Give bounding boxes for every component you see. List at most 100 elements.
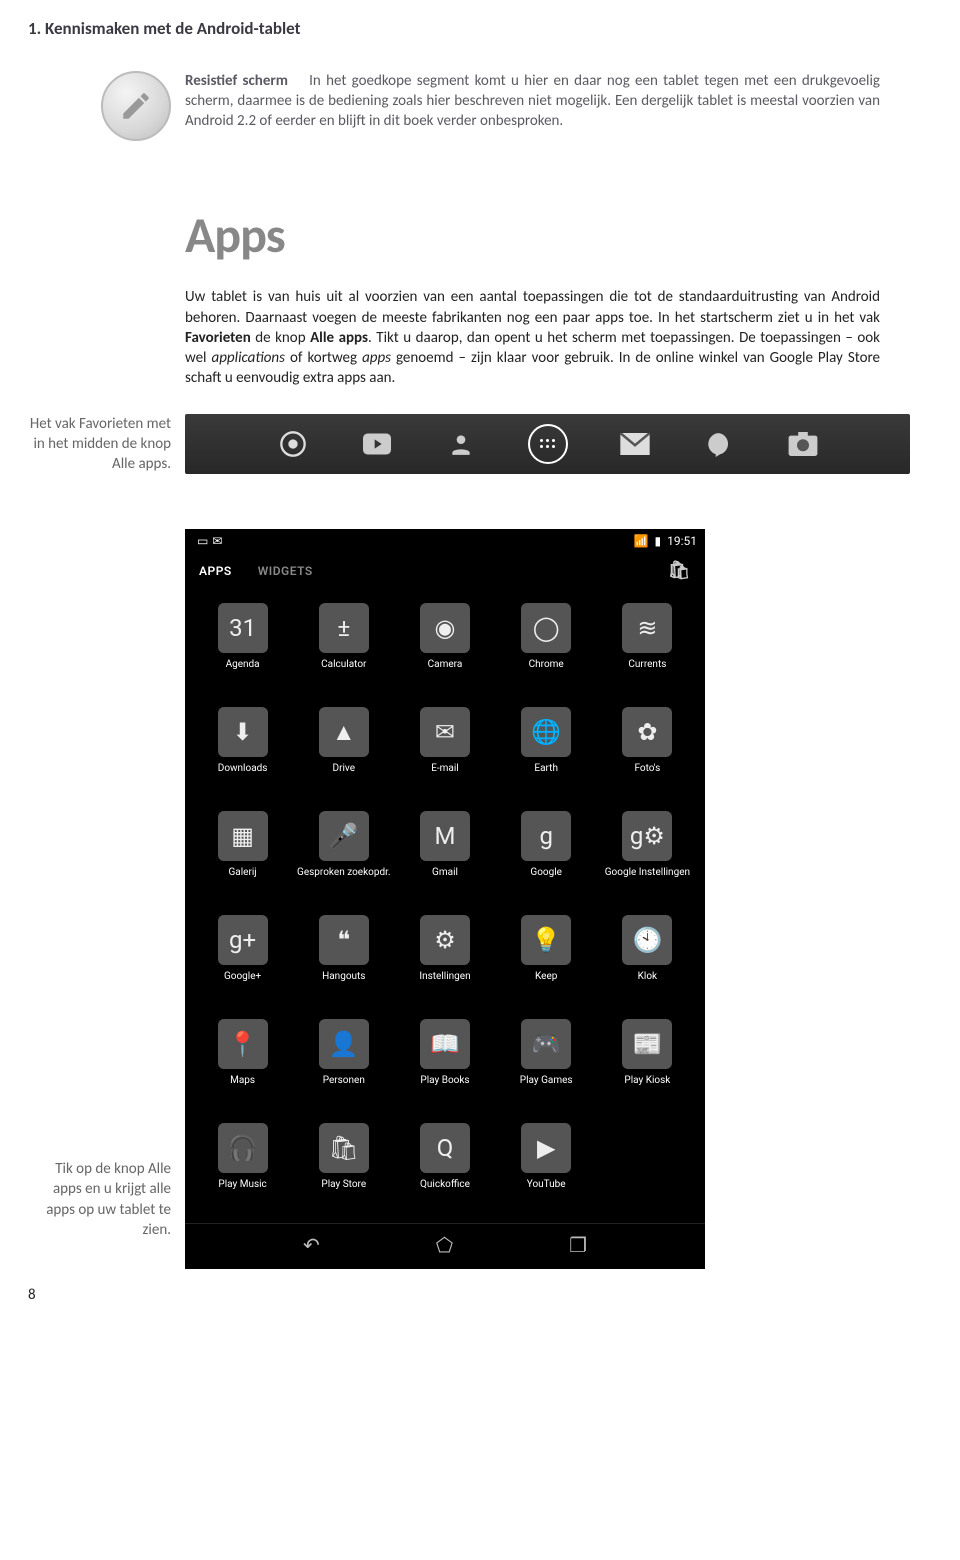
app-youtube-icon[interactable]: ▶YouTube [499, 1123, 594, 1201]
app-label: Play Music [218, 1179, 266, 1201]
app-calendar-icon[interactable]: 31Agenda [195, 603, 290, 681]
gplus-icon: g+ [218, 915, 268, 965]
home-icon[interactable]: ⬠ [436, 1232, 453, 1259]
app-photos-icon[interactable]: ✿ Foto's [600, 707, 695, 785]
page-number: 8 [0, 1265, 960, 1305]
calculator-icon: ± [319, 603, 369, 653]
shop-icon[interactable]: 🛍 [668, 559, 691, 583]
app-maps-icon[interactable]: 📍 Maps [195, 1019, 290, 1097]
app-label: Klok [638, 971, 657, 993]
app-clock-icon[interactable]: 🕙 Klok [600, 915, 695, 993]
app-label: Personen [323, 1075, 365, 1097]
earth-icon: 🌐 [521, 707, 571, 757]
app-label: Google [530, 867, 562, 889]
status-bar: ▭ ✉ 📶 ▮ 19:51 [185, 529, 705, 553]
people-icon: 👤 [319, 1019, 369, 1069]
camera-icon[interactable] [786, 427, 820, 461]
app-label: Play Games [520, 1075, 573, 1097]
gallery-icon: ▦ [218, 811, 268, 861]
note-pencil-icon [101, 71, 171, 141]
voice-icon: 🎤 [319, 811, 369, 861]
wifi-icon: 📶 [634, 533, 649, 549]
recent-icon[interactable]: ❐ [569, 1232, 587, 1259]
app-keep-icon[interactable]: 💡 Keep [499, 915, 594, 993]
intro-text: In het goedkope segment komt u hier en d… [185, 72, 880, 131]
app-drive-icon[interactable]: ▲Drive [296, 707, 391, 785]
app-label: E-mail [431, 763, 459, 785]
app-voice-icon[interactable]: 🎤 Gesproken zoekopdr. [296, 811, 391, 889]
app-hangouts-icon[interactable]: ❝Hangouts [296, 915, 391, 993]
playbooks-icon: 📖 [420, 1019, 470, 1069]
app-chrome-icon[interactable]: ◯ Chrome [499, 603, 594, 681]
tab-apps[interactable]: APPS [199, 563, 232, 579]
drawer-tabs: APPS WIDGETS 🛍 [185, 553, 705, 595]
app-earth-icon[interactable]: 🌐 Earth [499, 707, 594, 785]
app-label: Play Books [420, 1075, 469, 1097]
app-label: Quickoffice [420, 1179, 470, 1201]
youtube-icon: ▶ [521, 1123, 571, 1173]
app-label: Gmail [432, 867, 458, 889]
caption-favorites: Het vak Favorieten met in het midden de … [0, 414, 185, 475]
app-label: Earth [534, 763, 558, 785]
back-icon[interactable]: ↶ [303, 1232, 320, 1259]
calendar-icon: 31 [218, 603, 268, 653]
tab-widgets[interactable]: WIDGETS [258, 563, 313, 579]
gmail-icon: M [420, 811, 470, 861]
app-playgames-icon[interactable]: 🎮 Play Games [499, 1019, 594, 1097]
playgames-icon: 🎮 [521, 1019, 571, 1069]
app-label: Drive [333, 763, 355, 785]
settings-icon: ⚙ [420, 915, 470, 965]
app-gallery-icon[interactable]: ▦Galerij [195, 811, 290, 889]
favorites-bar [185, 414, 910, 474]
email-icon: ✉ [420, 707, 470, 757]
app-label: Play Store [321, 1179, 366, 1201]
app-quickoffice-icon[interactable]: QQuickoffice [397, 1123, 492, 1201]
app-playkiosk-icon[interactable]: 📰 Play Kiosk [600, 1019, 695, 1097]
people-icon[interactable] [444, 427, 478, 461]
youtube-icon[interactable] [360, 427, 394, 461]
hangouts-icon[interactable] [702, 427, 736, 461]
currents-icon: ≋ [622, 603, 672, 653]
app-people-icon[interactable]: 👤 Personen [296, 1019, 391, 1097]
intro-paragraph: Resistief scherm In het goedkope segment… [185, 71, 960, 132]
keep-icon: 💡 [521, 915, 571, 965]
gmail-icon[interactable] [618, 427, 652, 461]
app-google-icon[interactable]: g Google [499, 811, 594, 889]
playkiosk-icon: 📰 [622, 1019, 672, 1069]
app-label: Calculator [321, 659, 366, 681]
playstore-icon: 🛍 [319, 1123, 369, 1173]
app-playbooks-icon[interactable]: 📖 Play Books [397, 1019, 492, 1097]
app-settings-icon[interactable]: ⚙Instellingen [397, 915, 492, 993]
app-label: Gesproken zoekopdr. [297, 867, 391, 889]
app-label: Foto's [634, 763, 660, 785]
app-label: Keep [535, 971, 557, 993]
app-label: Google+ [224, 971, 261, 993]
caption-allapps: Tik op de knop Alle apps en u krijgt all… [0, 1159, 185, 1240]
app-gsettings-icon[interactable]: g⚙Google Instellingen [600, 811, 695, 889]
app-downloads-icon[interactable]: ⬇Downloads [195, 707, 290, 785]
maps-icon: 📍 [218, 1019, 268, 1069]
app-label: Maps [230, 1075, 255, 1097]
chrome-icon: ◯ [521, 603, 571, 653]
battery-icon: ▮ [655, 533, 662, 549]
allapps-button[interactable] [528, 424, 568, 464]
app-label: Currents [628, 659, 666, 681]
hangouts-icon: ❝ [319, 915, 369, 965]
downloads-icon: ⬇ [218, 707, 268, 757]
app-email-icon[interactable]: ✉ E-mail [397, 707, 492, 785]
app-gplus-icon[interactable]: g+ Google+ [195, 915, 290, 993]
app-label: Camera [428, 659, 463, 681]
chrome-icon[interactable] [276, 427, 310, 461]
photos-icon: ✿ [622, 707, 672, 757]
app-label: Chrome [529, 659, 564, 681]
app-label: Play Kiosk [624, 1075, 670, 1097]
apps-body: Uw tablet is van huis uit al voorzien va… [185, 287, 880, 388]
app-calculator-icon[interactable]: ± Calculator [296, 603, 391, 681]
clock-icon: 🕙 [622, 915, 672, 965]
app-playstore-icon[interactable]: 🛍 Play Store [296, 1123, 391, 1201]
app-gmail-icon[interactable]: M Gmail [397, 811, 492, 889]
app-currents-icon[interactable]: ≋ Currents [600, 603, 695, 681]
app-playmusic-icon[interactable]: 🎧Play Music [195, 1123, 290, 1201]
google-icon: g [521, 811, 571, 861]
app-camera-icon[interactable]: ◉Camera [397, 603, 492, 681]
